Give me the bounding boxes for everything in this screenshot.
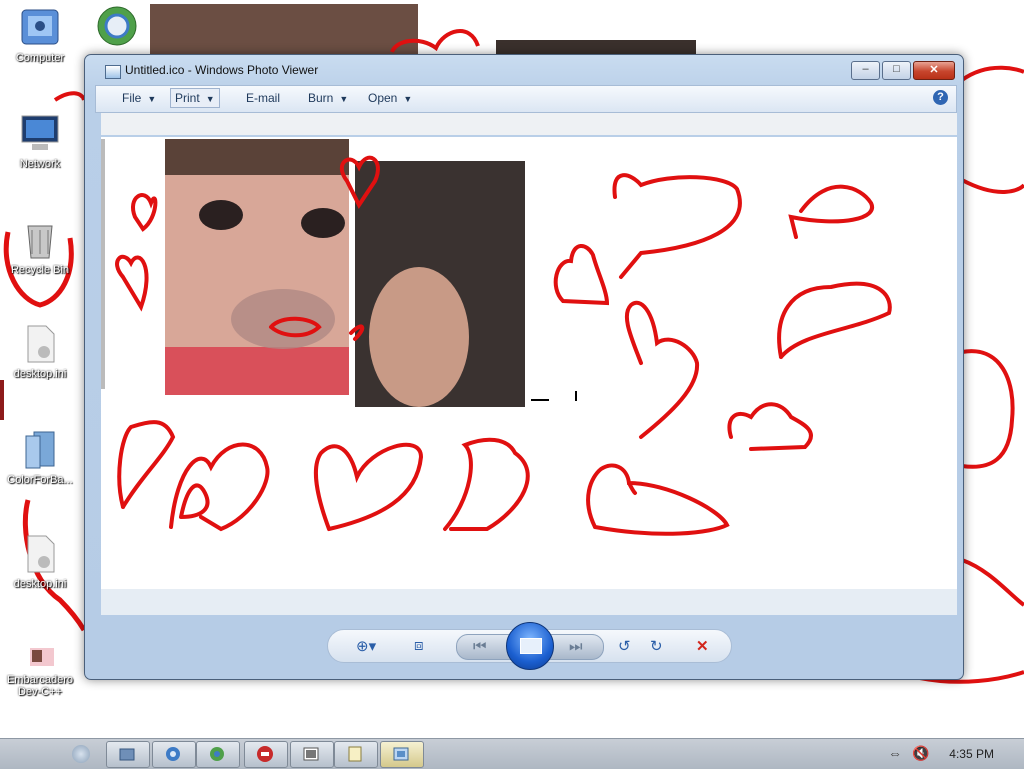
chrome-icon — [210, 747, 224, 761]
minimize-icon: – — [862, 63, 869, 75]
dev-cpp-icon — [257, 746, 273, 762]
image-viewer-area[interactable] — [101, 137, 957, 589]
desktop-icon-computer[interactable]: Computer — [0, 6, 80, 64]
taskbar-notepad[interactable] — [334, 741, 378, 768]
chevron-down-icon: ▼ — [403, 94, 413, 104]
settings-file-icon — [18, 532, 62, 576]
command-bar: File ▼ Print ▼ E-mail Burn ▼ Open ▼ ? — [95, 85, 957, 113]
desktop-icon-label: ColorForBa... — [7, 474, 73, 486]
taskbar: ⇔ 🔇 4:35 PM — [0, 738, 1024, 769]
taskbar-chrome[interactable] — [196, 741, 240, 768]
window-icon — [303, 747, 319, 761]
title-bar[interactable]: Untitled.ico - Windows Photo Viewer – □ … — [93, 61, 955, 83]
previous-icon[interactable]: ⏮ — [473, 638, 487, 655]
settings-file-icon — [18, 322, 62, 366]
computer-icon — [18, 6, 62, 50]
menu-print-label: Print — [175, 91, 200, 105]
menu-print[interactable]: Print ▼ — [170, 88, 220, 108]
desktop-icon-label: Network — [19, 158, 61, 170]
displayed-image — [101, 139, 892, 536]
photo-viewer-window[interactable]: Untitled.ico - Windows Photo Viewer – □ … — [84, 54, 964, 680]
desktop-icon-desktop-ini-2[interactable]: desktop.ini — [0, 532, 80, 590]
taskbar-window[interactable] — [290, 741, 334, 768]
menu-file[interactable]: File ▼ — [118, 91, 160, 105]
taskbar-ie[interactable] — [152, 741, 196, 768]
internet-explorer-icon — [166, 747, 180, 761]
folder-icon — [18, 428, 62, 472]
taskbar-photo-viewer[interactable] — [380, 741, 424, 768]
desktop-icon-network[interactable]: Network — [0, 112, 80, 170]
slideshow-button[interactable] — [506, 622, 554, 670]
chevron-down-icon: ▼ — [205, 94, 215, 104]
maximize-icon: □ — [893, 63, 900, 75]
notepad-icon — [348, 746, 362, 762]
menu-email-label: E-mail — [246, 91, 281, 105]
desktop-icon-desktop-ini-1[interactable]: desktop.ini — [0, 322, 80, 380]
desktop-icon-recycle-bin[interactable]: Recycle Bin — [0, 218, 80, 276]
desktop-icon-label: Embarcadero Dev-C++ — [6, 674, 74, 698]
recycle-bin-icon — [18, 218, 62, 262]
volume-muted-icon[interactable]: 🔇 — [912, 745, 929, 762]
menu-email[interactable]: E-mail — [242, 91, 284, 105]
taskbar-explorer[interactable] — [106, 741, 150, 768]
status-strip — [101, 589, 957, 615]
rotate-clockwise-icon[interactable]: ↻ — [650, 637, 663, 655]
desktop-icon-label: desktop.ini — [13, 578, 67, 590]
folder-icon — [119, 748, 135, 761]
close-icon: ✕ — [929, 64, 939, 76]
menu-open-label: Open — [368, 91, 398, 105]
maximize-button[interactable]: □ — [882, 61, 911, 80]
photo-viewer-icon — [105, 65, 121, 79]
menu-burn[interactable]: Burn ▼ — [304, 91, 352, 105]
window-title: Untitled.ico - Windows Photo Viewer — [125, 63, 319, 77]
next-icon[interactable]: ⏭ — [569, 638, 583, 655]
menu-file-label: File — [122, 91, 142, 105]
toolbar-separator — [101, 113, 957, 135]
desktop-icon-colorforba[interactable]: ColorForBa... — [0, 428, 80, 486]
system-tray: ⇔ 🔇 4:35 PM — [874, 739, 1024, 769]
desktop: Computer Network Recycle Bin desktop.ini… — [0, 0, 1024, 738]
desktop-icon-label: Computer — [15, 52, 65, 64]
taskbar-dev-cpp[interactable] — [244, 741, 288, 768]
network-icon — [18, 112, 62, 156]
zoom-icon[interactable]: ⊕▾ — [356, 637, 376, 655]
network-connection-icon[interactable]: ⇔ — [888, 745, 902, 761]
desktop-icon-label: Recycle Bin — [10, 264, 70, 276]
fit-window-icon[interactable]: ⧈ — [414, 637, 424, 654]
dev-cpp-icon — [18, 644, 62, 672]
desktop-icon-dev-cpp[interactable]: Embarcadero Dev-C++ — [0, 644, 80, 698]
menu-open[interactable]: Open ▼ — [364, 91, 416, 105]
chevron-down-icon: ▼ — [339, 94, 349, 104]
browser-icon — [95, 4, 139, 48]
quick-launch-icon[interactable] — [72, 745, 90, 763]
rotate-counterclockwise-icon[interactable]: ↺ — [618, 637, 631, 655]
close-button[interactable]: ✕ — [913, 61, 955, 80]
chevron-down-icon: ▼ — [147, 94, 157, 104]
slideshow-icon — [520, 638, 542, 654]
photo-viewer-icon — [393, 747, 409, 761]
desktop-icon-browser[interactable] — [82, 4, 152, 50]
viewer-controls: ⊕▾ ⧈ ⏮ ⏭ ↺ ↻ ✕ — [327, 622, 732, 670]
menu-burn-label: Burn — [308, 91, 334, 105]
desktop-icon-label: desktop.ini — [13, 368, 67, 380]
delete-icon[interactable]: ✕ — [696, 637, 709, 655]
minimize-button[interactable]: – — [851, 61, 880, 80]
help-icon[interactable]: ? — [933, 90, 948, 105]
clock[interactable]: 4:35 PM — [949, 747, 994, 761]
